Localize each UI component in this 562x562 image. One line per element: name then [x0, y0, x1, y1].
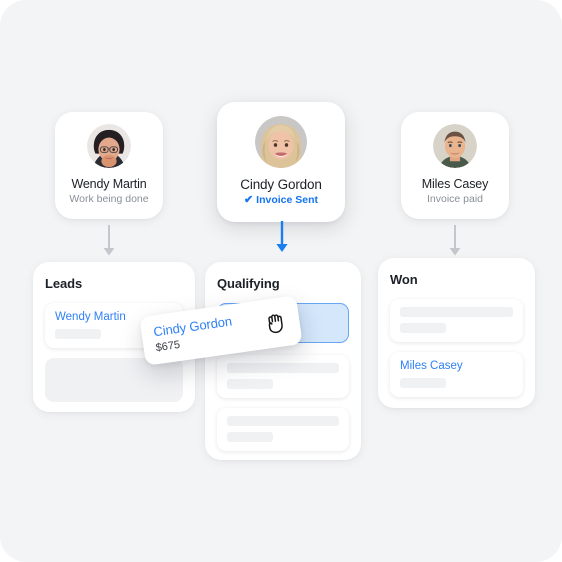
arrow-down-leads-icon [102, 224, 116, 258]
skeleton-bar [400, 323, 446, 333]
placeholder-block [45, 358, 183, 402]
person-name: Miles Casey [421, 177, 489, 191]
deal-name: Miles Casey [400, 360, 463, 372]
person-name: Cindy Gordon [240, 177, 322, 192]
column-title: Qualifying [217, 276, 280, 291]
skeleton-bar [400, 307, 513, 317]
skeleton-bar [227, 363, 339, 373]
person-card-wendy[interactable]: Wendy Martin Work being done [55, 112, 163, 219]
dragged-card-text: Cindy Gordon $675 [152, 313, 234, 354]
person-card-cindy[interactable]: Cindy Gordon ✔ Invoice Sent [217, 102, 345, 222]
skeleton-bar [55, 329, 101, 339]
skeleton-bar [227, 379, 273, 389]
person-status: Work being done [69, 193, 149, 205]
avatar-miles [433, 124, 477, 168]
person-status-label: Invoice Sent [256, 194, 319, 206]
skeleton-card[interactable] [217, 408, 349, 451]
grabbing-hand-icon [264, 309, 289, 336]
kanban-canvas: Wendy Martin Work being done Cindy Gordo… [0, 0, 562, 562]
person-card-miles[interactable]: Miles Casey Invoice paid [401, 112, 509, 219]
avatar-wendy [87, 124, 131, 168]
person-name: Wendy Martin [71, 177, 147, 191]
kanban-column-qualifying[interactable]: Qualifying [205, 262, 361, 460]
kanban-column-won[interactable]: Won Miles Casey [378, 258, 535, 408]
skeleton-card[interactable] [217, 355, 349, 398]
skeleton-bar [400, 378, 446, 388]
person-status: Invoice paid [426, 193, 484, 205]
arrow-down-qualifying-icon [275, 220, 289, 254]
skeleton-bar [227, 432, 273, 442]
column-title: Leads [45, 276, 83, 291]
person-status-badge: ✔ Invoice Sent [244, 194, 318, 206]
deal-card[interactable]: Miles Casey [390, 352, 523, 397]
skeleton-bar [227, 416, 339, 426]
skeleton-card[interactable] [390, 299, 523, 342]
arrow-down-won-icon [448, 224, 462, 258]
avatar-cindy [255, 116, 307, 168]
check-icon: ✔ [243, 193, 254, 206]
column-title: Won [390, 272, 418, 287]
